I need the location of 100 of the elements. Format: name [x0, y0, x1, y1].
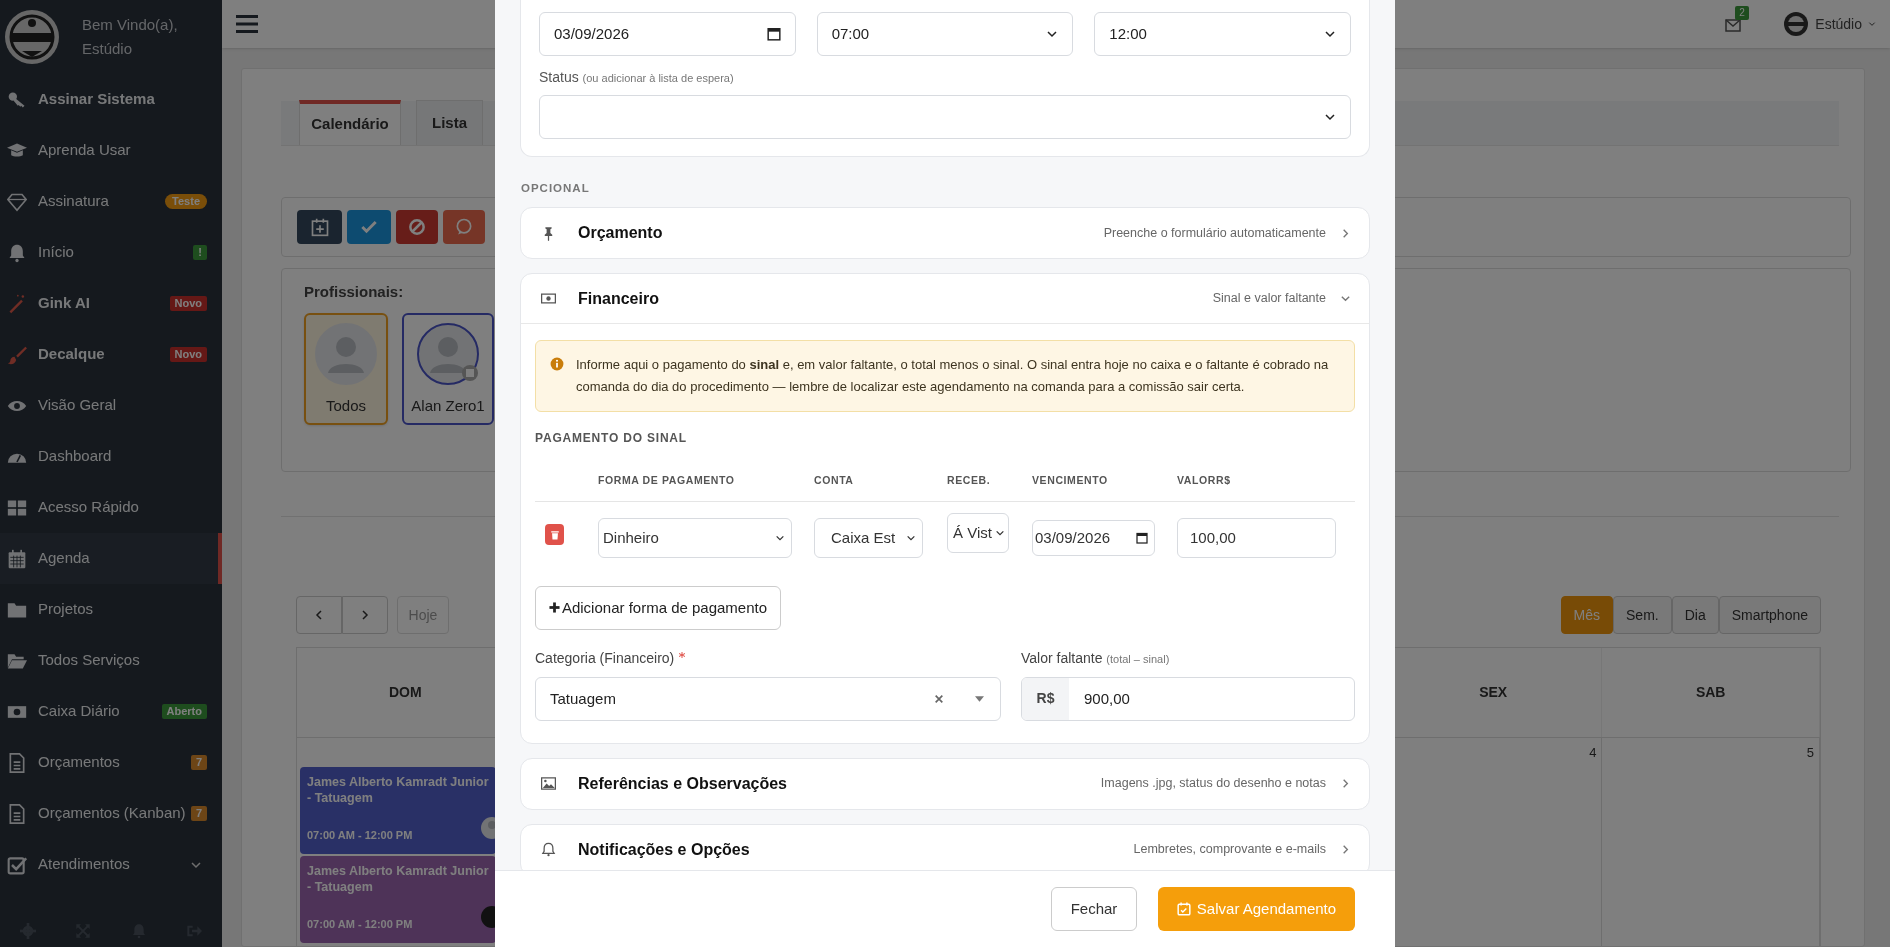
toolbar-button[interactable]	[347, 210, 391, 244]
label-badge: Novo	[169, 347, 207, 362]
payment-method-select[interactable]: Dinheiro	[598, 517, 792, 558]
delete-button[interactable]	[545, 524, 564, 546]
event-title: James Alberto Kamradt Junior - Tatuagem	[307, 863, 489, 895]
due-date-field[interactable]: 03/09/2026	[1032, 519, 1155, 556]
bell-icon	[7, 242, 27, 263]
chevron-left-icon	[313, 609, 325, 621]
remaining-value-field[interactable]: R$ 900,00	[1021, 676, 1355, 721]
envelope-icon[interactable]	[1725, 19, 1742, 32]
section-header[interactable]: Referências e Observações Imagens .jpg, status do desenho e notas	[521, 758, 1369, 809]
label-badge: Aberto	[161, 704, 207, 719]
section-title: Profissionais:	[304, 282, 404, 302]
event-card[interactable]: James Alberto Kamradt Junior - Tatuagem 07:00 AM - 12:00 PM	[300, 767, 496, 854]
sidebar-item[interactable]: Orçamentos (Kanban) 7	[0, 788, 222, 839]
calendar-check-icon	[1176, 902, 1191, 916]
section-header[interactable]: Notificações e Opções Lembretes, comprovante e e-mails	[521, 824, 1369, 870]
sidebar-label: Decalque	[38, 344, 105, 365]
label-badge: Novo	[169, 296, 207, 311]
diamond-icon	[7, 191, 27, 212]
view-button[interactable]: Smartphone	[1718, 596, 1821, 634]
info-icon	[550, 357, 564, 371]
user-menu[interactable]: Estúdio	[1783, 11, 1876, 37]
sidebar-item[interactable]: Assinar Sistema	[0, 74, 222, 125]
document-icon	[7, 752, 27, 773]
section-title: Financeiro	[578, 288, 659, 309]
bell-icon	[541, 842, 556, 858]
sidebar-label: Projetos	[38, 599, 94, 620]
time-select[interactable]: 07:00	[816, 12, 1074, 56]
sidebar-item[interactable]: Agenda	[0, 533, 222, 584]
chevron-right-icon	[359, 609, 371, 621]
category-select[interactable]: Tatuagem	[535, 676, 1001, 721]
sidebar-label: Visão Geral	[38, 395, 117, 416]
section-subtitle: Sinal e valor faltante	[1212, 290, 1326, 308]
sidebar-item[interactable]: Caixa Diário Aberto	[0, 686, 222, 737]
sidebar-item[interactable]: Aprenda Usar	[0, 125, 222, 176]
toolbar-button[interactable]	[297, 210, 342, 244]
time-select[interactable]: 12:00	[1094, 12, 1351, 56]
sidebar-item[interactable]: Gink AI Novo	[0, 278, 222, 329]
label-badge: !	[193, 245, 207, 260]
view-button[interactable]: Sem.	[1613, 596, 1672, 634]
section-label: OPCIONAL	[521, 181, 591, 195]
professional-card[interactable]: Todos	[304, 313, 388, 425]
section-header[interactable]: Orçamento Preenche o formulário automaticamente	[521, 208, 1369, 258]
sidebar-item[interactable]: Visão Geral	[0, 380, 222, 431]
avatar-icon	[1783, 11, 1810, 37]
event-card[interactable]: James Alberto Kamradt Junior - Tatuagem 07:00 AM - 12:00 PM	[300, 856, 496, 943]
sidebar-item[interactable]: Atendimentos	[0, 839, 222, 890]
sidebar-item[interactable]: Todos Serviços	[0, 635, 222, 686]
sidebar-item[interactable]: Projetos	[0, 584, 222, 635]
toolbar-button[interactable]	[443, 210, 485, 244]
previous-button[interactable]	[296, 596, 342, 634]
amount-field[interactable]: 100,00	[1177, 517, 1336, 558]
next-button[interactable]	[342, 596, 388, 634]
column-header: CONTA	[814, 473, 855, 488]
sidebar-label: Gink AI	[38, 293, 90, 314]
sidebar-label: Agenda	[38, 548, 90, 569]
receipt-select[interactable]: Á Vist	[947, 512, 1009, 553]
account-select[interactable]: Caixa Est	[814, 517, 923, 558]
section-header[interactable]: Financeiro Sinal e valor faltante	[521, 274, 1369, 324]
chevron-right-icon	[1340, 778, 1351, 790]
sidebar-item[interactable]: Decalque Novo	[0, 329, 222, 380]
field-label: Status	[539, 69, 579, 85]
chevron-right-icon	[1340, 844, 1351, 856]
day-number: 5	[1806, 744, 1815, 762]
sidebar-item[interactable]: Acesso Rápido	[0, 482, 222, 533]
tab[interactable]: Calendário	[299, 100, 401, 145]
professional-card[interactable]: Alan Zero1	[402, 313, 494, 425]
menu-icon[interactable]	[236, 14, 258, 34]
caret-icon	[1868, 20, 1876, 28]
save-button[interactable]: Salvar Agendamento	[1158, 887, 1355, 931]
status-select[interactable]	[539, 95, 1351, 139]
sidebar-item[interactable]: Início !	[0, 227, 222, 278]
column-header: VALORR$	[1177, 473, 1232, 488]
label-badge: 7	[190, 806, 207, 821]
professional-name: Todos	[326, 396, 366, 416]
section-title: Notificações e Opções	[578, 839, 750, 860]
add-payment-button[interactable]: Adicionar forma de pagamento	[535, 585, 781, 630]
magic-wand-icon	[7, 293, 27, 314]
sidebar-item[interactable]: Dashboard	[0, 431, 222, 482]
brush-icon	[7, 344, 27, 365]
column-header: RECEB.	[947, 473, 992, 488]
field-label: Categoria (Financeiro)	[535, 649, 675, 666]
column-header: VENCIMENTO	[1032, 473, 1109, 488]
checkbox-icon	[7, 854, 27, 875]
clear-icon[interactable]	[935, 694, 943, 703]
view-button[interactable]: Dia	[1671, 596, 1719, 634]
sidebar-item[interactable]: Assinatura Teste	[0, 176, 222, 227]
trash-icon	[549, 529, 560, 540]
sidebar-item[interactable]: Orçamentos 7	[0, 737, 222, 788]
close-button[interactable]: Fechar	[1051, 887, 1137, 931]
date-field[interactable]: 03/09/2026	[539, 12, 796, 56]
section-subtitle: Imagens .jpg, status do desenho e notas	[1100, 775, 1326, 793]
greeting-text: Bem Vindo(a),	[82, 15, 178, 35]
chevron-down-icon	[1324, 111, 1336, 123]
toolbar-button[interactable]	[396, 210, 438, 244]
field-hint: (total – sinal)	[1106, 652, 1170, 665]
chevron-down-icon	[1340, 293, 1351, 304]
banknote-icon	[541, 291, 556, 306]
tab[interactable]: Lista	[416, 100, 483, 145]
